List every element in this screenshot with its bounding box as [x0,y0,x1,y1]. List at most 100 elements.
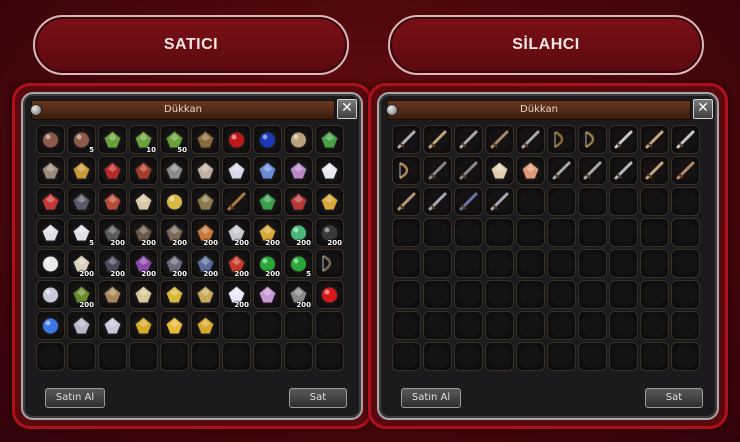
vendor-item-slot[interactable] [98,311,127,340]
weapon-item-empty-slot[interactable] [516,280,545,309]
weapon-item-empty-slot[interactable] [609,342,638,371]
weapon-item-empty-slot[interactable] [640,218,669,247]
vendor-item-slot[interactable] [253,125,282,154]
weapon-item-empty-slot[interactable] [423,249,452,278]
weapon-item-empty-slot[interactable] [485,342,514,371]
weapon-item-empty-slot[interactable] [485,218,514,247]
vendor-item-empty-slot[interactable] [253,342,282,371]
weapon-item-slot[interactable] [609,125,638,154]
vendor-item-slot[interactable] [98,280,127,309]
vendor-item-slot[interactable] [315,125,344,154]
weapon-item-empty-slot[interactable] [516,187,545,216]
vendor-item-slot[interactable] [36,280,65,309]
weapon-item-slot[interactable] [392,156,421,185]
weapon-item-empty-slot[interactable] [454,342,483,371]
vendor-item-slot[interactable]: 200 [67,280,96,309]
vendor-item-slot[interactable] [253,156,282,185]
weapon-item-empty-slot[interactable] [578,249,607,278]
vendor-item-slot[interactable] [284,187,313,216]
weapon-item-empty-slot[interactable] [516,218,545,247]
weapon-item-empty-slot[interactable] [423,342,452,371]
weapon-item-empty-slot[interactable] [547,280,576,309]
vendor-item-slot[interactable] [191,156,220,185]
weapon-item-empty-slot[interactable] [640,280,669,309]
weapon-item-empty-slot[interactable] [609,187,638,216]
vendor-item-slot[interactable] [160,311,189,340]
weaponsmith-buy-button[interactable]: Satın Al [401,388,461,408]
weapon-item-slot[interactable] [485,187,514,216]
weapon-item-empty-slot[interactable] [578,280,607,309]
weapon-item-empty-slot[interactable] [609,280,638,309]
weapon-item-slot[interactable] [516,125,545,154]
weapon-item-empty-slot[interactable] [547,187,576,216]
vendor-item-slot[interactable]: 200 [191,218,220,247]
weapon-item-slot[interactable] [547,156,576,185]
vendor-item-empty-slot[interactable] [67,342,96,371]
weapon-item-empty-slot[interactable] [609,311,638,340]
weapon-item-slot[interactable] [516,156,545,185]
weapon-item-empty-slot[interactable] [640,342,669,371]
vendor-item-empty-slot[interactable] [160,342,189,371]
weapon-item-empty-slot[interactable] [671,187,700,216]
weapon-item-empty-slot[interactable] [547,311,576,340]
weapon-item-slot[interactable] [454,156,483,185]
weapon-item-empty-slot[interactable] [516,249,545,278]
vendor-item-empty-slot[interactable] [222,311,251,340]
vendor-item-slot[interactable] [315,187,344,216]
weapon-item-empty-slot[interactable] [547,342,576,371]
weaponsmith-close-button[interactable]: ✕ [693,99,713,119]
vendor-item-slot[interactable] [160,187,189,216]
weapon-item-empty-slot[interactable] [516,311,545,340]
weapon-item-empty-slot[interactable] [392,280,421,309]
weapon-item-empty-slot[interactable] [516,342,545,371]
pin-icon[interactable] [30,104,42,116]
vendor-item-slot[interactable]: 200 [222,280,251,309]
vendor-item-slot[interactable]: 200 [222,249,251,278]
weaponsmith-sell-button[interactable]: Sat [645,388,703,408]
weapon-item-empty-slot[interactable] [640,187,669,216]
vendor-item-slot[interactable]: 200 [129,218,158,247]
vendor-item-slot[interactable] [160,280,189,309]
weapon-item-empty-slot[interactable] [578,187,607,216]
vendor-close-button[interactable]: ✕ [337,99,357,119]
weapon-item-slot[interactable] [547,125,576,154]
vendor-item-slot[interactable] [129,311,158,340]
vendor-sell-button[interactable]: Sat [289,388,347,408]
vendor-item-empty-slot[interactable] [315,311,344,340]
vendor-item-slot[interactable]: 200 [222,218,251,247]
vendor-item-empty-slot[interactable] [253,311,282,340]
weapon-item-slot[interactable] [609,156,638,185]
vendor-item-slot[interactable]: 200 [284,218,313,247]
weapon-item-empty-slot[interactable] [423,311,452,340]
weapon-item-empty-slot[interactable] [392,342,421,371]
weapon-item-slot[interactable] [392,187,421,216]
vendor-item-slot[interactable] [36,311,65,340]
vendor-item-empty-slot[interactable] [36,342,65,371]
weapon-item-empty-slot[interactable] [578,218,607,247]
weapon-item-slot[interactable] [423,125,452,154]
weapon-item-empty-slot[interactable] [609,249,638,278]
weapon-item-slot[interactable] [640,156,669,185]
vendor-item-slot[interactable] [191,280,220,309]
weapon-item-empty-slot[interactable] [485,280,514,309]
vendor-item-slot[interactable] [284,156,313,185]
vendor-item-slot[interactable] [36,187,65,216]
vendor-item-slot[interactable] [129,280,158,309]
vendor-item-slot[interactable] [67,187,96,216]
vendor-item-slot[interactable] [191,187,220,216]
vendor-item-slot[interactable]: 200 [253,218,282,247]
vendor-item-slot[interactable]: 200 [98,218,127,247]
vendor-item-slot[interactable] [36,125,65,154]
weapon-item-slot[interactable] [671,156,700,185]
weapon-item-slot[interactable] [392,125,421,154]
vendor-item-empty-slot[interactable] [284,342,313,371]
vendor-item-slot[interactable] [98,125,127,154]
vendor-item-slot[interactable] [67,156,96,185]
pin-icon[interactable] [386,104,398,116]
weapon-item-empty-slot[interactable] [671,218,700,247]
weapon-item-empty-slot[interactable] [547,218,576,247]
weapon-item-empty-slot[interactable] [547,249,576,278]
vendor-item-slot[interactable] [253,187,282,216]
vendor-item-empty-slot[interactable] [315,342,344,371]
vendor-buy-button[interactable]: Satın Al [45,388,105,408]
